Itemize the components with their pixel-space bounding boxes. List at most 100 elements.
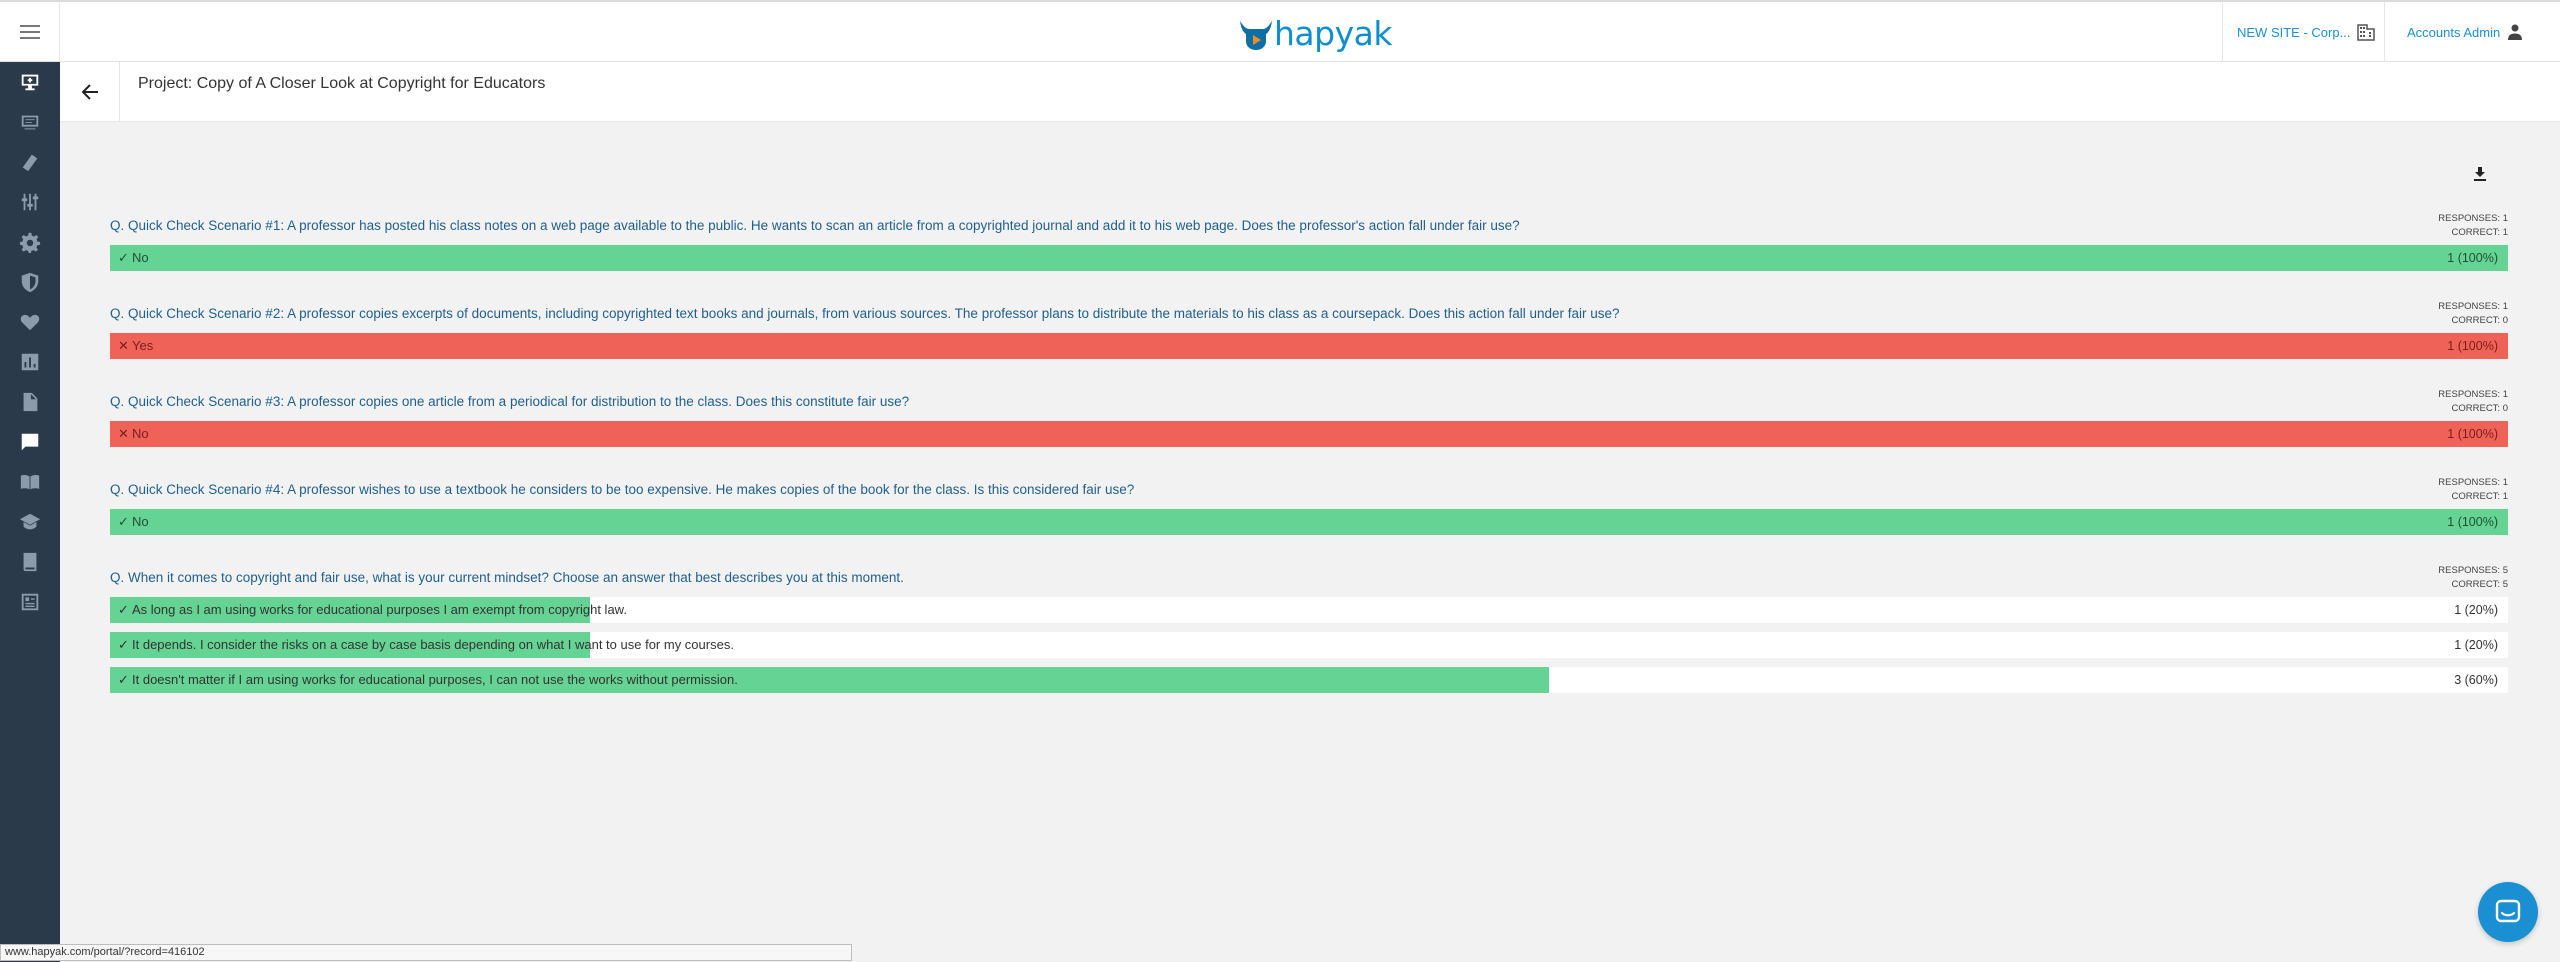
sidebar-item-settings[interactable] — [0, 222, 60, 262]
yak-logo-icon — [1240, 20, 1272, 50]
site-selector[interactable]: NEW SITE - Corp... — [2222, 2, 2384, 62]
responses-count: RESPONSES: 1 — [2438, 301, 2508, 312]
account-menu[interactable]: Accounts Admin — [2384, 2, 2560, 62]
chat-bubble-icon — [21, 433, 39, 451]
check-icon: ✓ — [118, 602, 129, 617]
sidebar-item-security[interactable] — [0, 262, 60, 302]
question-title: Q. Quick Check Scenario #4: A professor … — [110, 482, 1135, 497]
question-block: Q. Quick Check Scenario #1: A professor … — [110, 212, 2508, 277]
sidebar-item-analytics[interactable] — [0, 342, 60, 382]
download-icon — [2474, 167, 2486, 181]
correct-count: CORRECT: 5 — [2451, 579, 2508, 590]
graduation-cap-icon — [19, 513, 41, 530]
question-block: Q. When it comes to copyright and fair u… — [110, 564, 2508, 699]
cross-icon: ✕ — [118, 338, 129, 353]
correct-count: CORRECT: 0 — [2451, 315, 2508, 326]
answer-count: 3 (60%) — [2454, 673, 2498, 687]
document-icon — [23, 392, 38, 412]
arrow-left-icon — [81, 84, 98, 100]
answer-result-bar: ✕ Yes 1 (100%) — [110, 333, 2508, 359]
question-block: Q. Quick Check Scenario #4: A professor … — [110, 476, 2508, 541]
answer-text: It depends. I consider the risks on a ca… — [132, 637, 734, 652]
responses-count: RESPONSES: 1 — [2438, 477, 2508, 488]
question-block: Q. Quick Check Scenario #3: A professor … — [110, 388, 2508, 453]
question-title: Q. Quick Check Scenario #2: A professor … — [110, 306, 1620, 321]
layers-icon — [22, 154, 38, 172]
shield-icon — [21, 272, 39, 293]
answer-label: ✓ It doesn't matter if I am using works f… — [118, 667, 738, 693]
question-stats: RESPONSES: 1 CORRECT: 1 — [2438, 476, 2508, 504]
question-stats: RESPONSES: 1 CORRECT: 0 — [2438, 388, 2508, 416]
bar-chart-icon — [21, 353, 39, 371]
answer-count: 1 (100%) — [2447, 251, 2498, 265]
sidebar-item-responses[interactable] — [0, 422, 60, 462]
answer-result-bar: ✓ No 1 (100%) — [110, 245, 2508, 271]
check-icon: ✓ — [118, 250, 129, 265]
back-button[interactable] — [60, 62, 120, 122]
status-bar-url: www.hapyak.com/portal/?record=416102 — [0, 944, 852, 961]
question-stats: RESPONSES: 1 CORRECT: 1 — [2438, 212, 2508, 240]
cross-icon: ✕ — [118, 426, 129, 441]
answer-result-bar: ✓ It depends. I consider the risks on a c… — [110, 632, 2508, 658]
answer-label: ✓ It depends. I consider the risks on a c… — [118, 632, 734, 658]
responses-count: RESPONSES: 5 — [2438, 565, 2508, 576]
sidebar-item-library[interactable] — [0, 462, 60, 502]
sidebar-item-favorites[interactable] — [0, 302, 60, 342]
top-header: hapyak NEW SITE - Corp... Accounts Admin — [0, 0, 2560, 62]
support-chat-button[interactable] — [2478, 882, 2538, 942]
hamburger-icon — [19, 25, 40, 39]
answer-label: ✓ No — [118, 509, 149, 535]
sidebar-item-reports[interactable] — [0, 582, 60, 622]
download-button[interactable] — [2470, 164, 2490, 184]
answer-result-bar: ✓ As long as I am using works for educati… — [110, 597, 2508, 623]
answer-label: ✕ Yes — [118, 333, 153, 359]
question-block: Q. Quick Check Scenario #2: A professor … — [110, 300, 2508, 365]
playlist-icon — [21, 115, 39, 130]
hamburger-menu-button[interactable] — [0, 2, 60, 62]
answer-text: No — [132, 426, 149, 441]
answer-text: No — [132, 514, 149, 529]
answer-text: No — [132, 250, 149, 265]
responses-count: RESPONSES: 1 — [2438, 213, 2508, 224]
gear-icon — [19, 232, 41, 253]
responses-count: RESPONSES: 1 — [2438, 389, 2508, 400]
question-stats: RESPONSES: 1 CORRECT: 0 — [2438, 300, 2508, 328]
answer-result-bar: ✓ It doesn't matter if I am using works f… — [110, 667, 2508, 693]
heart-icon — [20, 314, 40, 331]
account-name: Accounts Admin — [2407, 24, 2501, 40]
site-selector-label: NEW SITE - Corp... — [2237, 24, 2351, 40]
question-stats: RESPONSES: 5 CORRECT: 5 — [2438, 564, 2508, 592]
answer-label: ✕ No — [118, 421, 149, 447]
question-title: Q. Quick Check Scenario #1: A professor … — [110, 218, 1520, 233]
answer-count: 1 (100%) — [2447, 339, 2498, 353]
correct-count: CORRECT: 1 — [2451, 227, 2508, 238]
correct-count: CORRECT: 0 — [2451, 403, 2508, 414]
check-icon: ✓ — [118, 672, 129, 687]
sidebar-item-layers[interactable] — [0, 142, 60, 182]
answer-count: 1 (20%) — [2454, 638, 2498, 652]
sidebar-item-documents[interactable] — [0, 382, 60, 422]
answer-count: 1 (100%) — [2447, 515, 2498, 529]
sidebar-item-courses[interactable] — [0, 542, 60, 582]
hapyak-logo[interactable]: hapyak — [1238, 14, 1392, 53]
answer-text: As long as I am using works for educatio… — [132, 602, 627, 617]
answer-count: 1 (20%) — [2454, 603, 2498, 617]
answer-text: Yes — [132, 338, 154, 353]
report-icon — [21, 593, 39, 611]
sidebar-item-adjustments[interactable] — [0, 182, 60, 222]
left-sidebar — [0, 62, 60, 962]
project-header: Project: Copy of A Closer Look at Copyri… — [60, 62, 2560, 122]
chat-launcher-icon — [2495, 899, 2521, 923]
check-icon: ✓ — [118, 637, 129, 652]
sidebar-item-learning[interactable] — [0, 502, 60, 542]
question-title: Q. When it comes to copyright and fair u… — [110, 570, 904, 585]
book-open-icon — [20, 474, 40, 490]
person-icon — [2508, 24, 2523, 40]
answer-label: ✓ As long as I am using works for educati… — [118, 597, 627, 623]
sliders-icon — [21, 193, 39, 211]
check-icon: ✓ — [118, 514, 129, 529]
project-title: Project: Copy of A Closer Look at Copyri… — [138, 75, 546, 92]
sidebar-item-playlists[interactable] — [0, 102, 60, 142]
answer-result-bar: ✓ No 1 (100%) — [110, 509, 2508, 535]
sidebar-item-videos[interactable] — [0, 62, 60, 102]
